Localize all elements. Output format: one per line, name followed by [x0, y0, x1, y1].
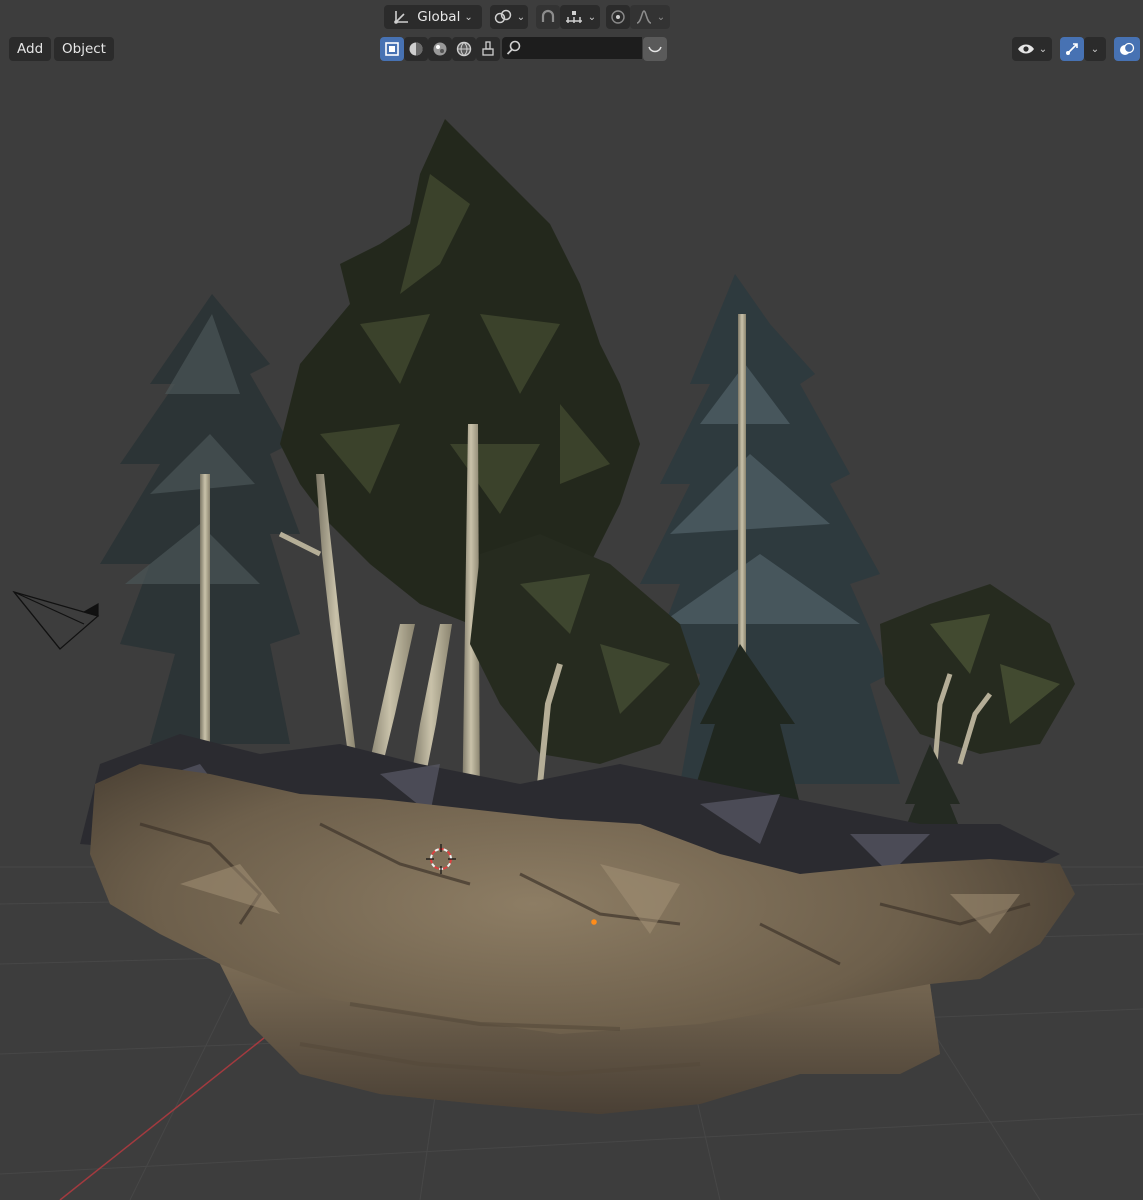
material-preview-icon — [432, 41, 448, 57]
header-toolbar: Global ⌄ ⌄ ⌄ ⌄ — [0, 0, 1143, 34]
overlays-toggle[interactable] — [1114, 37, 1140, 61]
solid-shading-button[interactable] — [404, 37, 428, 61]
overlays-icon — [1119, 41, 1135, 57]
select-box-icon — [384, 41, 400, 57]
camera-object[interactable] — [12, 590, 100, 650]
gizmo-dropdown[interactable]: ⌄ — [1084, 37, 1106, 61]
snap-target-dropdown[interactable]: ⌄ — [560, 5, 600, 29]
snap-toggle[interactable] — [536, 5, 560, 29]
menu-object-label: Object — [62, 41, 106, 57]
brush-icon — [480, 41, 496, 57]
chevron-down-icon: ⌄ — [1038, 43, 1048, 55]
falloff-curve-icon — [635, 9, 653, 25]
arc-icon — [647, 41, 663, 57]
rendered-shading-button[interactable] — [452, 37, 476, 61]
solid-shading-icon — [408, 41, 424, 57]
3d-viewport[interactable] — [0, 64, 1143, 1200]
gizmo-toggle[interactable] — [1060, 37, 1084, 61]
proportional-falloff-dropdown[interactable]: ⌄ — [630, 5, 670, 29]
menu-object[interactable]: Object — [54, 37, 114, 61]
visibility-dropdown[interactable]: ⌄ — [1012, 37, 1052, 61]
chevron-down-icon: ⌄ — [587, 11, 597, 23]
paint-mode-button[interactable] — [476, 37, 500, 61]
world-icon — [456, 41, 472, 57]
tree-left-spruce — [100, 294, 300, 754]
transform-orientation-dropdown[interactable]: Global ⌄ — [384, 5, 482, 29]
axes-icon — [393, 9, 411, 25]
pivot-point-dropdown[interactable]: ⌄ — [490, 5, 528, 29]
proportional-edit-toggle[interactable] — [606, 5, 630, 29]
chevron-down-icon: ⌄ — [1090, 43, 1100, 55]
menu-add-label: Add — [17, 41, 44, 57]
filter-toggle-button[interactable] — [643, 37, 667, 61]
chevron-down-icon: ⌄ — [516, 11, 526, 23]
chevron-down-icon: ⌄ — [656, 11, 666, 23]
search-icon — [506, 40, 522, 56]
tree-right-small — [880, 584, 1075, 765]
viewport-scene — [0, 119, 1143, 1200]
magnet-icon — [540, 9, 556, 25]
menu-add[interactable]: Add — [9, 37, 52, 61]
search-input[interactable] — [502, 37, 642, 59]
snap-increment-icon — [564, 9, 584, 25]
eye-icon — [1017, 41, 1035, 57]
proportional-edit-icon — [610, 9, 626, 25]
select-mode-button[interactable] — [380, 37, 404, 61]
chevron-down-icon: ⌄ — [464, 11, 473, 23]
viewport-header: Add Object ⌄ ⌄ — [0, 34, 1143, 64]
gizmo-icon — [1064, 41, 1080, 57]
transform-orientation-label: Global — [417, 9, 461, 25]
link-pivot-icon — [493, 9, 513, 25]
object-origin-dot — [591, 919, 597, 925]
material-preview-button[interactable] — [428, 37, 452, 61]
